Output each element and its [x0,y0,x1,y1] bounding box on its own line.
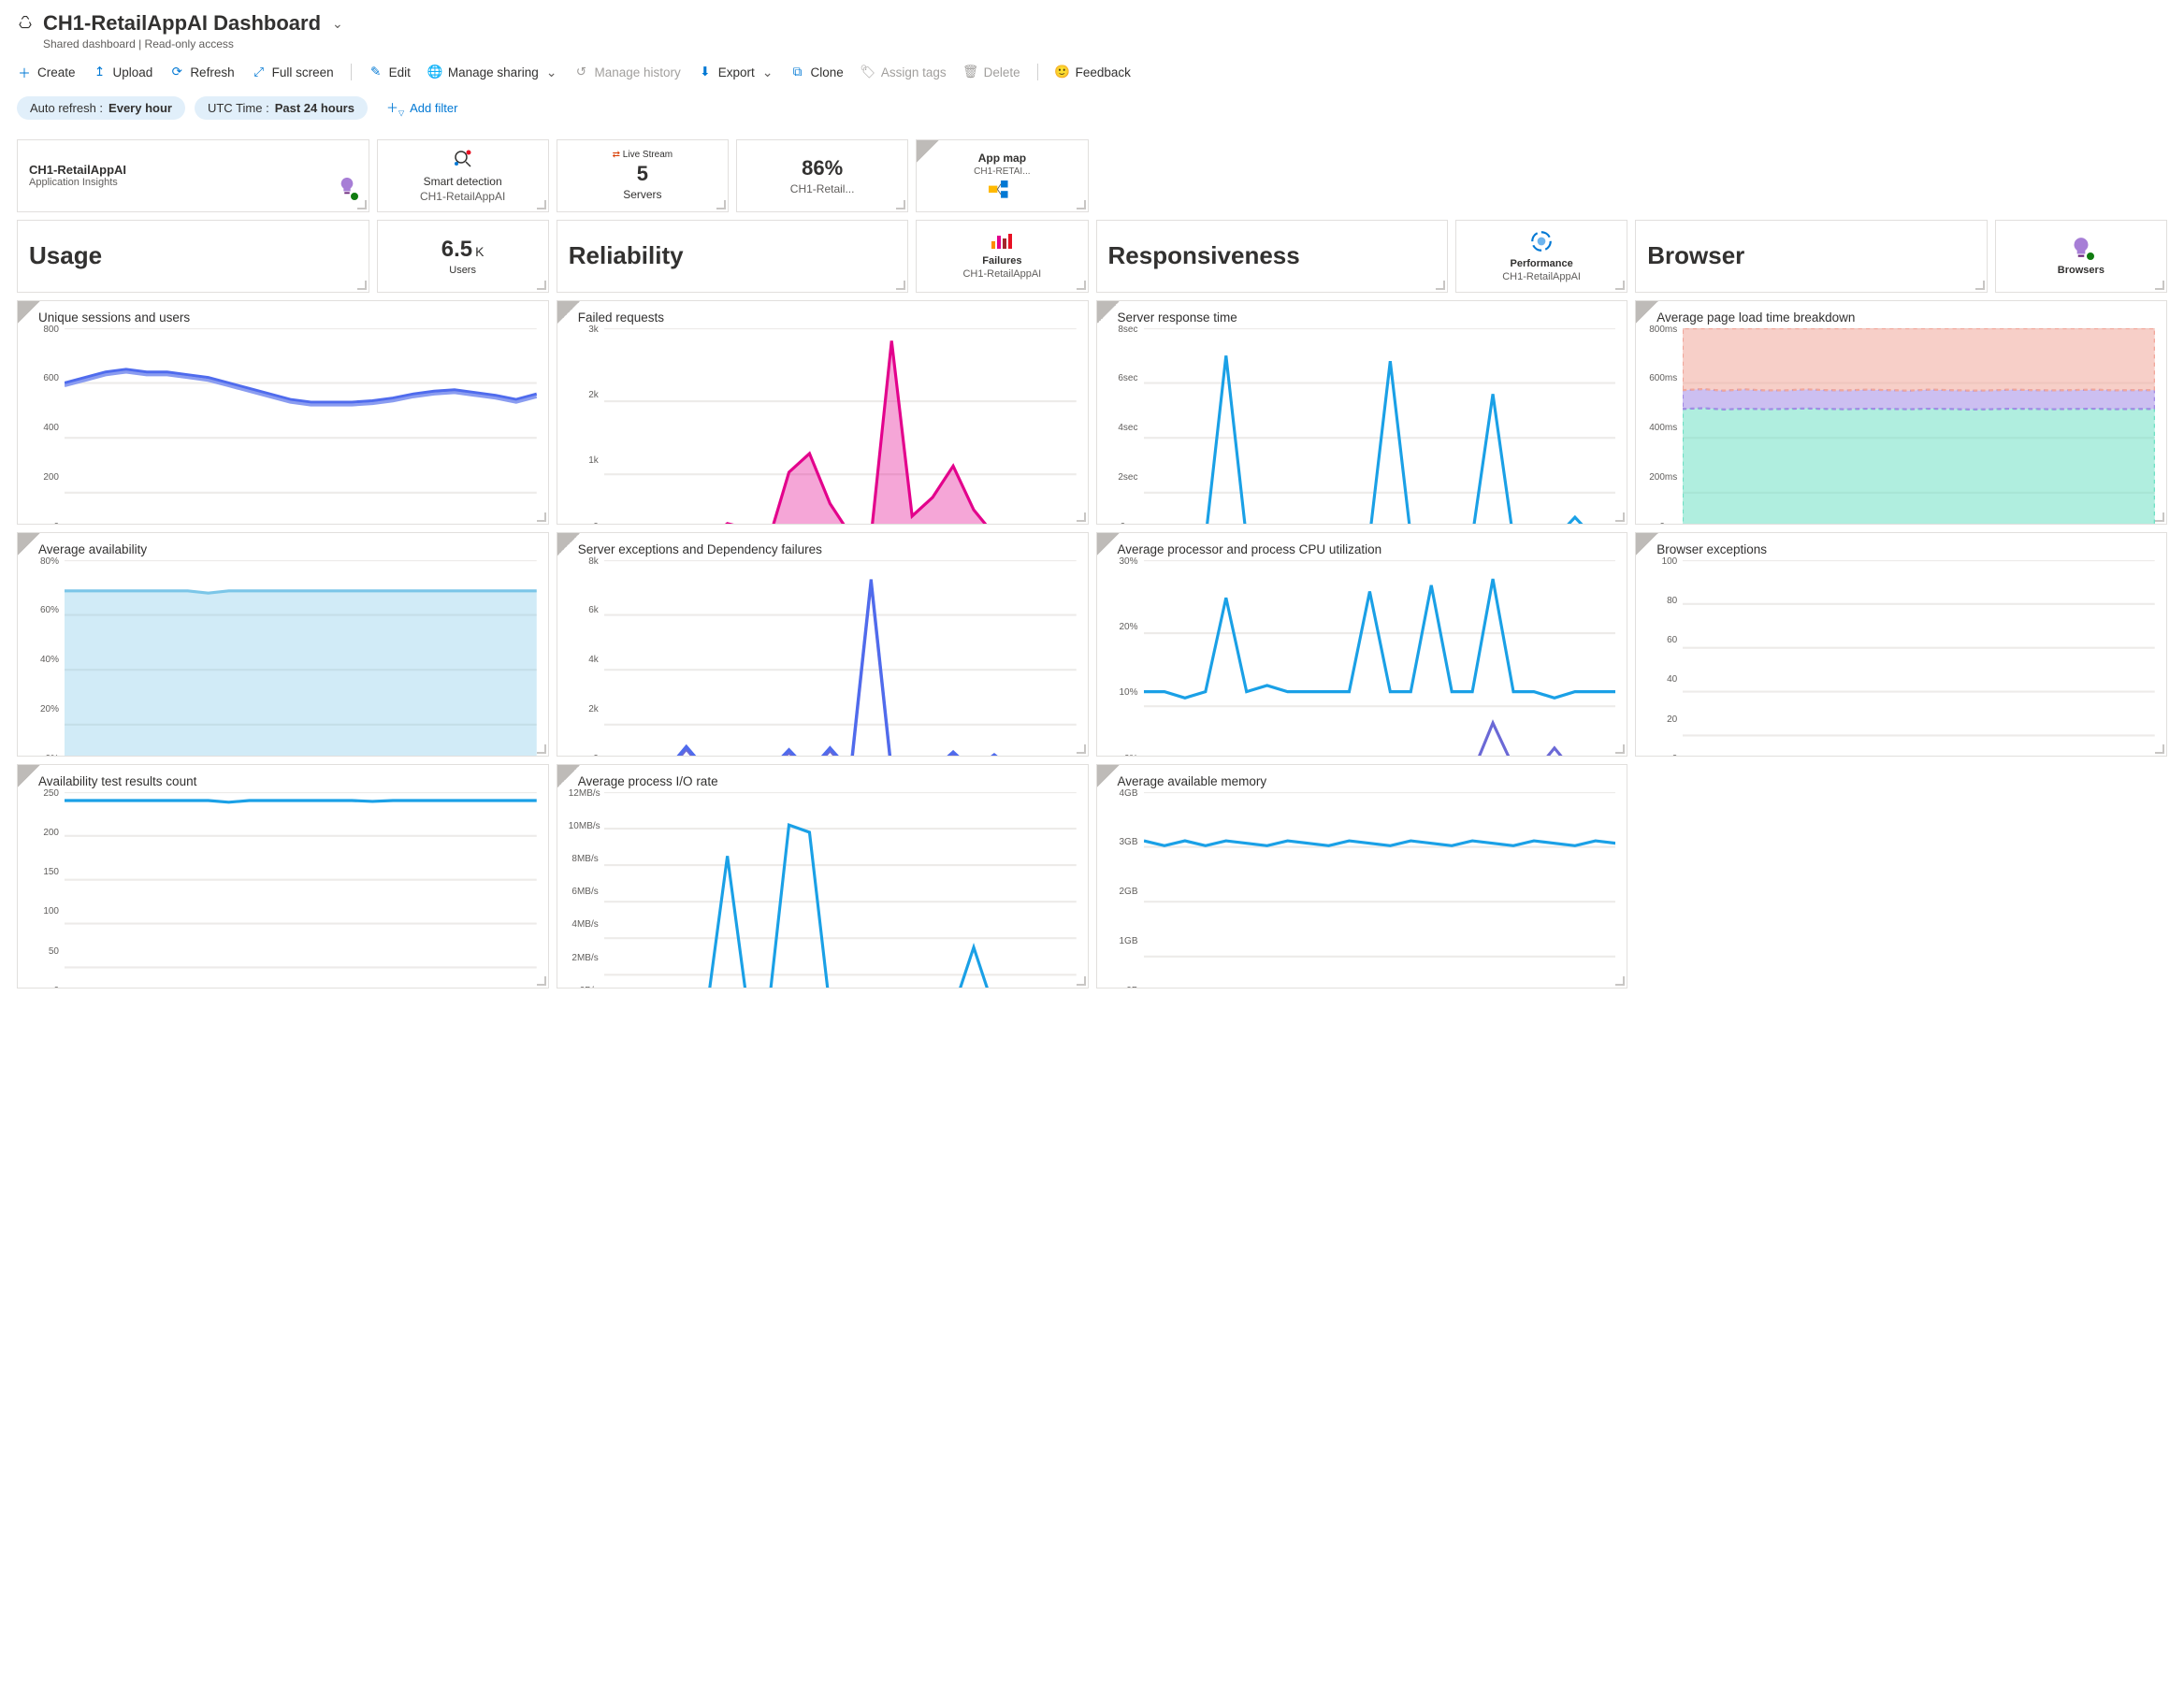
time-range-pill[interactable]: UTC Time : Past 24 hours [195,96,368,120]
tile-app-insights[interactable]: CH1-RetailAppAI Application Insights [17,139,369,212]
chart-availability[interactable]: Average availability 80%60%40%20%0%12 PM… [17,532,549,757]
tile-performance[interactable]: Performance CH1-RetailAppAI [1455,220,1627,293]
dashboard-subtitle: Shared dashboard | Read-only access [43,37,2167,51]
performance-icon [1529,229,1554,256]
search-icon [452,148,474,173]
appmap-icon [989,180,1015,199]
chart-availability-tests[interactable]: Availability test results count 25020015… [17,764,549,989]
manage-sharing-button[interactable]: 🌐Manage sharing⌄ [427,65,557,80]
chart-memory[interactable]: Average available memory 4GB3GB2GB1GB0B1… [1096,764,1628,989]
chart-cpu[interactable]: Average processor and process CPU utiliz… [1096,532,1628,757]
auto-refresh-pill[interactable]: Auto refresh : Every hour [17,96,185,120]
filter-bar: Auto refresh : Every hour UTC Time : Pas… [17,94,2167,123]
tile-browsers[interactable]: Browsers [1995,220,2167,293]
section-reliability: Reliability [557,220,909,293]
section-usage: Usage [17,220,369,293]
chart-server-response[interactable]: Server response time 8sec6sec4sec2sec0ms… [1096,300,1628,525]
upload-button[interactable]: ↥Upload [93,65,153,79]
recycle-icon [17,15,34,32]
tile-app-map[interactable]: App map CH1-RETAI... [916,139,1088,212]
manage-history-button: ↺Manage history [573,65,680,79]
chevron-down-icon[interactable]: ⌄ [332,16,343,32]
clone-button[interactable]: ⧉Clone [790,65,844,79]
insights-icon [337,176,357,199]
chart-browser-exceptions[interactable]: Browser exceptions 10080604020012 PM6 PM… [1635,532,2167,757]
chart-unique-sessions[interactable]: Unique sessions and users 8006004002000 … [17,300,549,525]
create-button[interactable]: ＋Create [17,65,76,79]
chart-failed-requests[interactable]: Failed requests 3k2k1k012 PM6 PMOct 26 A… [557,300,1089,525]
delete-button: 🗑Delete [963,65,1020,79]
tile-percent[interactable]: 86% CH1-Retail... [736,139,908,212]
tile-smart-detection[interactable]: Smart detection CH1-RetailAppAI [377,139,549,212]
browsers-icon [2069,236,2093,263]
fullscreen-button[interactable]: ⤢Full screen [252,65,334,79]
feedback-button[interactable]: 🙂Feedback [1055,65,1131,79]
tile-live-stream[interactable]: ⇄ Live Stream 5 Servers [557,139,729,212]
failures-icon [990,232,1014,253]
assign-tags-button: 🏷Assign tags [861,65,947,79]
refresh-button[interactable]: ⟳Refresh [169,65,234,79]
chart-exceptions[interactable]: Server exceptions and Dependency failure… [557,532,1089,757]
toolbar: ＋Create ↥Upload ⟳Refresh ⤢Full screen ✎E… [17,64,2167,80]
export-button[interactable]: ⬇Export⌄ [698,65,774,80]
tile-failures[interactable]: Failures CH1-RetailAppAI [916,220,1088,293]
section-browser: Browser [1635,220,1988,293]
chart-page-load[interactable]: Average page load time breakdown 800ms60… [1635,300,2167,525]
section-responsiveness: Responsiveness [1096,220,1449,293]
edit-button[interactable]: ✎Edit [369,65,411,79]
dashboard-title[interactable]: CH1-RetailAppAI Dashboard [43,11,321,36]
add-filter-button[interactable]: ＋▽Add filter [377,94,467,123]
chart-process-io[interactable]: Average process I/O rate 12MB/s10MB/s8MB… [557,764,1089,989]
tile-users-kpi[interactable]: 6.5 K Users [377,220,549,293]
